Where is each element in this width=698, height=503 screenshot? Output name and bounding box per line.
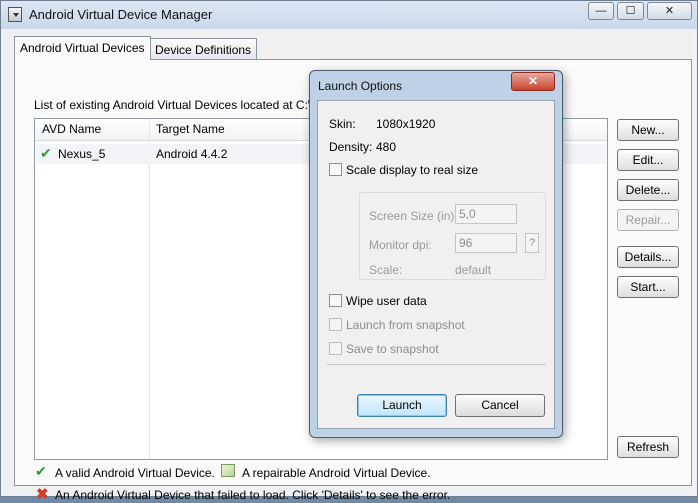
valid-check-icon: ✔	[35, 463, 47, 479]
close-button[interactable]: ✕	[647, 2, 692, 20]
scale-settings-group: Screen Size (in): Monitor dpi: ? Scale: …	[359, 192, 546, 280]
column-header-avd-name[interactable]: AVD Name	[42, 122, 101, 136]
launch-from-snapshot-label[interactable]: Launch from snapshot	[346, 318, 465, 332]
save-to-snapshot-checkbox[interactable]	[329, 342, 342, 355]
dialog-close-button[interactable]: ✕	[511, 72, 555, 91]
save-to-snapshot-label[interactable]: Save to snapshot	[346, 342, 439, 356]
tab-device-definitions[interactable]: Device Definitions	[149, 38, 258, 59]
title-bar[interactable]: Android Virtual Device Manager — ☐ ✕	[1, 1, 697, 29]
scale-value: default	[455, 263, 492, 277]
monitor-dpi-input[interactable]	[455, 233, 517, 253]
column-header-target-name[interactable]: Target Name	[156, 122, 225, 136]
start-button[interactable]: Start...	[617, 276, 679, 298]
column-divider	[149, 119, 150, 459]
avd-name-cell: Nexus_5	[58, 147, 106, 161]
list-location-label: List of existing Android Virtual Devices…	[34, 98, 320, 112]
launch-button[interactable]: Launch	[357, 394, 447, 417]
dialog-title: Launch Options	[318, 79, 403, 93]
screen-size-label: Screen Size (in):	[369, 209, 458, 223]
repairable-icon	[221, 464, 235, 477]
scale-display-label[interactable]: Scale display to real size	[346, 163, 478, 177]
new-button[interactable]: New...	[617, 119, 679, 141]
details-button[interactable]: Details...	[617, 246, 679, 268]
failed-x-icon: ✖	[36, 486, 49, 503]
legend-failed: An Android Virtual Device that failed to…	[55, 488, 451, 502]
wipe-user-data-checkbox[interactable]	[329, 294, 342, 307]
refresh-button[interactable]: Refresh	[617, 436, 679, 458]
legend-valid: A valid Android Virtual Device.	[55, 466, 215, 480]
repair-button[interactable]: Repair...	[617, 209, 679, 231]
density-value: 480	[376, 140, 397, 154]
dpi-help-button[interactable]: ?	[525, 233, 539, 253]
scale-display-checkbox[interactable]	[329, 163, 342, 176]
dialog-divider	[327, 364, 546, 365]
density-label: Density:	[329, 140, 373, 154]
skin-value: 1080x1920	[376, 117, 436, 131]
edit-button[interactable]: Edit...	[617, 149, 679, 171]
maximize-button[interactable]: ☐	[617, 2, 644, 20]
valid-check-icon: ✔	[40, 145, 52, 161]
android-download-icon	[8, 7, 22, 22]
delete-button[interactable]: Delete...	[617, 179, 679, 201]
avd-manager-window: Android Virtual Device Manager — ☐ ✕ And…	[0, 0, 698, 503]
skin-label: Skin:	[329, 117, 356, 131]
window-title: Android Virtual Device Manager	[29, 7, 213, 22]
dialog-body: Skin: 1080x1920 Density: 480 Scale displ…	[317, 100, 555, 429]
launch-options-dialog: Launch Options ✕ Skin: 1080x1920 Density…	[309, 70, 563, 438]
scale-label: Scale:	[369, 263, 403, 277]
monitor-dpi-label: Monitor dpi:	[369, 238, 432, 252]
target-name-cell: Android 4.4.2	[156, 147, 228, 161]
minimize-button[interactable]: —	[588, 2, 614, 20]
legend-repairable: A repairable Android Virtual Device.	[242, 466, 431, 480]
tab-android-virtual-devices[interactable]: Android Virtual Devices	[14, 36, 151, 60]
wipe-user-data-label[interactable]: Wipe user data	[346, 294, 427, 308]
screen-size-input[interactable]	[455, 204, 517, 224]
cancel-button[interactable]: Cancel	[455, 394, 545, 417]
launch-from-snapshot-checkbox[interactable]	[329, 318, 342, 331]
